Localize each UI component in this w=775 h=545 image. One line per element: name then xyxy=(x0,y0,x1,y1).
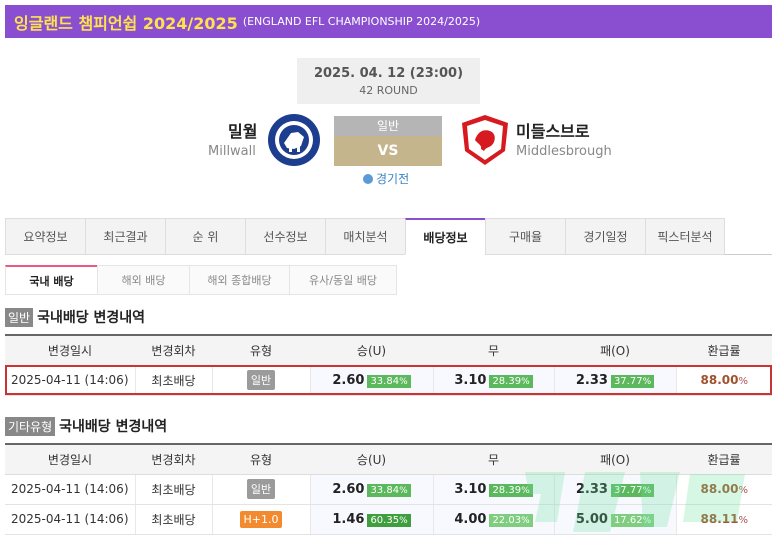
subtab-domestic[interactable]: 국내 배당 xyxy=(5,265,97,295)
odds-table-other: 변경일시 변경회차 유형 승(U) 무 패(O) 환급률 2025-04-11 … xyxy=(5,443,772,535)
win-odds: 2.60 xyxy=(332,372,365,388)
win-pct: 60.35 xyxy=(370,514,400,526)
draw-odds: 4.00 xyxy=(454,511,487,527)
col-header: 유형 xyxy=(212,443,310,475)
change-date: 2025-04-11 (14:06) xyxy=(5,504,135,535)
league-subtitle: (ENGLAND EFL CHAMPIONSHIP 2024/2025) xyxy=(242,15,481,28)
win-odds: 2.60 xyxy=(332,481,365,497)
status-text: 경기전 xyxy=(376,172,410,186)
league-header: 잉글랜드 챔피언쉽 2024/2025 (ENGLAND EFL CHAMPIO… xyxy=(5,5,772,38)
draw-odds: 3.10 xyxy=(454,372,487,388)
tab-odds-info[interactable]: 배당정보 xyxy=(405,218,485,255)
col-header: 환급률 xyxy=(676,443,772,475)
loss-pct: 37.77 xyxy=(613,375,643,387)
col-header: 무 xyxy=(433,334,554,366)
millwall-crest-icon xyxy=(268,114,320,166)
subtab-overseas[interactable]: 해외 배당 xyxy=(97,265,189,295)
loss-odds: 5.00 xyxy=(575,511,608,527)
tab-schedule[interactable]: 경기일정 xyxy=(565,218,645,255)
col-header: 변경일시 xyxy=(5,334,135,366)
middlesbrough-crest-icon xyxy=(462,115,508,165)
match-datetime: 2025. 04. 12 (23:00) xyxy=(313,66,464,81)
refund-rate: 88.00 xyxy=(700,373,739,387)
match-status: 경기전 xyxy=(363,170,409,187)
col-header: 승(U) xyxy=(310,443,433,475)
subtab-similar[interactable]: 유사/동일 배당 xyxy=(289,265,397,295)
home-team-en: Millwall xyxy=(208,144,256,159)
tab-pickster-analysis[interactable]: 픽스터분석 xyxy=(645,218,725,255)
status-dot-icon xyxy=(363,173,373,184)
tab-player-info[interactable]: 선수정보 xyxy=(245,218,325,255)
change-date: 2025-04-11 (14:06) xyxy=(5,365,135,396)
away-team-name[interactable]: 미들스브로 xyxy=(516,118,590,142)
col-header: 무 xyxy=(433,443,554,475)
league-title: 잉글랜드 챔피언쉽 2024/2025 xyxy=(14,13,238,33)
win-pct: 33.84 xyxy=(370,375,400,387)
section-title-other: 기타유형 국내배당 변경내역 xyxy=(5,416,167,436)
draw-odds: 3.10 xyxy=(454,481,487,497)
home-team-name[interactable]: 밀월 xyxy=(228,118,257,142)
loss-pct: 17.62 xyxy=(613,514,643,526)
type-badge: 일반 xyxy=(246,370,276,390)
draw-pct: 28.39 xyxy=(492,484,522,496)
type-badge: 일반 xyxy=(246,479,276,499)
col-header: 변경일시 xyxy=(5,443,135,475)
subtab-overseas-total[interactable]: 해외 종합배당 xyxy=(189,265,289,295)
col-header: 패(O) xyxy=(554,443,676,475)
odds-subtabs: 국내 배당 해외 배당 해외 종합배당 유사/동일 배당 xyxy=(5,265,397,295)
col-header: 변경회차 xyxy=(135,334,212,366)
win-odds: 1.46 xyxy=(332,511,365,527)
tab-summary[interactable]: 요약정보 xyxy=(5,218,85,255)
draw-pct: 22.03 xyxy=(492,514,522,526)
col-header: 변경회차 xyxy=(135,443,212,475)
win-pct: 33.84 xyxy=(370,484,400,496)
section-heading: 국내배당 변경내역 xyxy=(59,419,168,435)
loss-odds: 2.33 xyxy=(575,372,608,388)
odds-table-general: 변경일시 변경회차 유형 승(U) 무 패(O) 환급률 2025-04-11 … xyxy=(5,334,772,396)
change-round: 최초배당 xyxy=(134,504,212,535)
section-tag: 일반 xyxy=(5,307,34,327)
refund-rate: 88.11 xyxy=(700,512,739,526)
col-header: 환급률 xyxy=(676,334,772,366)
match-date-box: 2025. 04. 12 (23:00) 42 ROUND xyxy=(297,58,480,104)
loss-odds: 2.33 xyxy=(575,481,608,497)
table-row[interactable]: 2025-04-11 (14:06) 최초배당 일반 2.60 33.84% 3.… xyxy=(5,365,772,396)
loss-pct: 37.77 xyxy=(613,484,643,496)
tab-rank[interactable]: 순 위 xyxy=(165,218,245,255)
tab-recent-results[interactable]: 최근결과 xyxy=(85,218,165,255)
col-header: 패(O) xyxy=(554,334,676,366)
draw-pct: 28.39 xyxy=(492,375,522,387)
section-heading: 국내배당 변경내역 xyxy=(37,310,146,326)
change-date: 2025-04-11 (14:06) xyxy=(5,474,135,505)
col-header: 승(U) xyxy=(310,334,433,366)
col-header: 유형 xyxy=(212,334,310,366)
change-round: 최초배당 xyxy=(134,474,212,505)
tab-match-analysis[interactable]: 매치분석 xyxy=(325,218,405,255)
match-round: 42 ROUND xyxy=(359,84,418,97)
table-row[interactable]: 2025-04-11 (14:06) 최초배당 H+1.0 1.46 60.35%… xyxy=(5,504,772,535)
refund-rate: 88.00 xyxy=(700,482,739,496)
change-round: 최초배당 xyxy=(134,365,212,396)
odds-type-label: 일반 xyxy=(334,116,442,136)
table-row[interactable]: 2025-04-11 (14:06) 최초배당 일반 2.60 33.84% 3.… xyxy=(5,474,772,505)
section-title-general: 일반 국내배당 변경내역 xyxy=(5,307,145,327)
type-badge: H+1.0 xyxy=(239,510,283,528)
section-tag: 기타유형 xyxy=(5,416,56,436)
tab-purchase-rate[interactable]: 구매율 xyxy=(485,218,565,255)
info-tabs: 요약정보 최근결과 순 위 선수정보 매치분석 배당정보 구매율 경기일정 픽스… xyxy=(5,218,772,255)
away-team-en: Middlesbrough xyxy=(516,144,612,159)
vs-label: VS xyxy=(334,136,442,166)
